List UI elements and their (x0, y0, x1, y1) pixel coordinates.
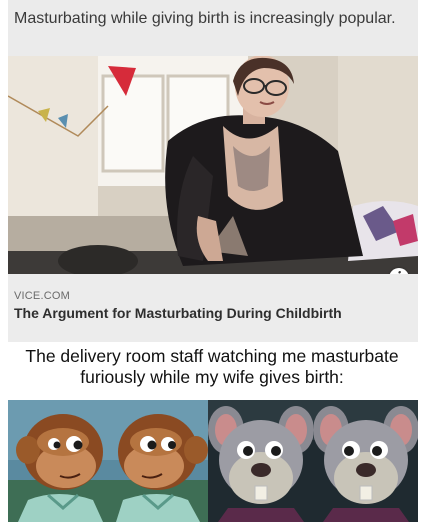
meme-caption: The delivery room staff watching me mast… (25, 346, 399, 387)
rat-puppet-image (208, 400, 313, 522)
meme-panel-monkey-2 (108, 400, 208, 522)
news-headline: Masturbating while giving birth is incre… (14, 10, 396, 27)
article-photo[interactable] (8, 56, 418, 274)
monkey-puppet-image (8, 400, 108, 522)
meme-panel-monkey-1 (8, 400, 108, 522)
monkey-puppet-image (108, 400, 208, 522)
article-photo-image (8, 56, 418, 274)
meme-panel-rat-1 (208, 400, 313, 522)
article-title[interactable]: The Argument for Masturbating During Chi… (14, 304, 374, 322)
article-source: VICE.COM (14, 290, 70, 302)
meme-panel-rat-2 (313, 400, 418, 522)
rat-puppet-image (313, 400, 418, 522)
meme-image-row (8, 400, 418, 522)
